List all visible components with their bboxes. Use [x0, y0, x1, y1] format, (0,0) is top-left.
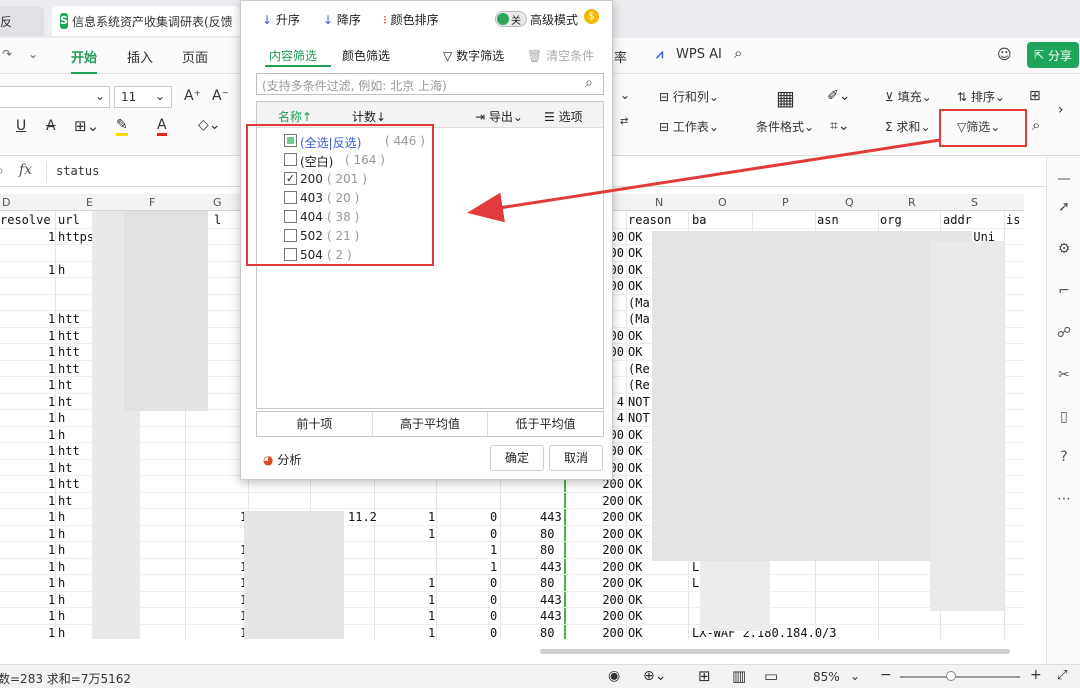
annotation-arrow — [467, 138, 941, 223]
